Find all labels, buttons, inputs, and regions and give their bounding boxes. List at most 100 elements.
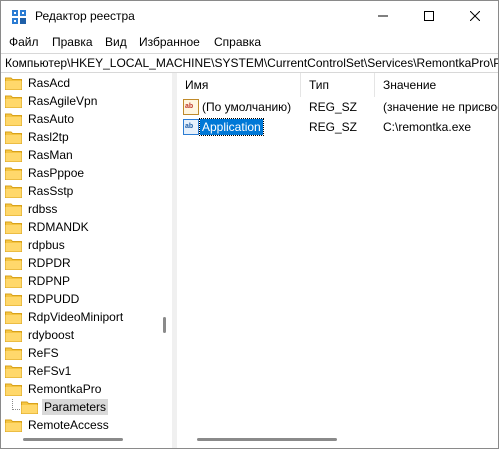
minimize-button[interactable] <box>360 1 406 31</box>
tree-item[interactable]: RasSstp <box>5 182 75 200</box>
value-type: REG_SZ <box>309 120 358 134</box>
column-header-value[interactable]: Значение <box>375 73 498 97</box>
value-row[interactable]: ab (По умолчанию) REG_SZ (значение не пр… <box>177 97 498 117</box>
tree-item-label: rdyboost <box>28 328 75 342</box>
tree-hscroll-thumb[interactable] <box>23 438 123 441</box>
tree-item-label: RasSstp <box>28 184 74 198</box>
tree-item-label: ReFS <box>28 346 59 360</box>
tree-item[interactable]: Parameters <box>21 398 109 416</box>
svg-text:ab: ab <box>185 103 193 110</box>
tree-item-label: rdbss <box>28 202 58 216</box>
list-hscroll-thumb[interactable] <box>197 438 337 441</box>
tree-item[interactable]: ReFS <box>5 344 61 362</box>
tree-item-label: RasAcd <box>28 76 71 90</box>
value-data: (значение не присвоено) <box>383 100 498 114</box>
address-path[interactable]: Компьютер\HKEY_LOCAL_MACHINE\SYSTEM\Curr… <box>5 56 498 70</box>
folder-icon <box>5 203 22 216</box>
tree-item[interactable]: RasAgileVpn <box>5 92 99 110</box>
address-bar[interactable]: Компьютер\HKEY_LOCAL_MACHINE\SYSTEM\Curr… <box>1 53 498 73</box>
folder-icon <box>5 167 22 180</box>
tree-item[interactable]: Rasl2tp <box>5 128 71 146</box>
menu-view[interactable]: Вид <box>105 35 127 49</box>
tree-item-label: RasAuto <box>28 112 75 126</box>
tree-item[interactable]: RasPppoe <box>5 164 86 182</box>
window-title: Редактор реестра <box>35 9 135 23</box>
tree-item[interactable]: RemontkaPro <box>5 380 103 398</box>
tree-item-label: RemoteAccess <box>28 418 109 432</box>
registry-editor-window: Редактор реестра Файл Правка Вид Избранн… <box>0 0 499 449</box>
close-button[interactable] <box>452 1 498 31</box>
menu-edit[interactable]: Правка <box>52 35 93 49</box>
tree-item-label: Rasl2tp <box>28 130 69 144</box>
folder-icon <box>5 383 22 396</box>
menu-help[interactable]: Справка <box>214 35 261 49</box>
string-value-icon: ab <box>183 119 199 135</box>
folder-icon <box>5 239 22 252</box>
title-bar: Редактор реестра <box>1 1 498 31</box>
value-name: Application <box>199 118 264 136</box>
folder-icon <box>5 221 22 234</box>
tree-item[interactable]: RDPNP <box>5 272 72 290</box>
column-header-name[interactable]: Имя <box>177 73 301 97</box>
value-type: REG_SZ <box>309 100 358 114</box>
menu-file[interactable]: Файл <box>9 35 39 49</box>
tree-item-label: rdpbus <box>28 238 65 252</box>
folder-icon <box>5 365 22 378</box>
tree-item-label: RDPNP <box>28 274 71 288</box>
tree-item-label: ReFSv1 <box>28 364 72 378</box>
column-header-type[interactable]: Тип <box>301 73 375 97</box>
tree-item[interactable]: rdyboost <box>5 326 76 344</box>
tree-item[interactable]: ReFSv1 <box>5 362 73 380</box>
tree-item-label: RDPUDD <box>28 292 80 306</box>
menu-bar: Файл Правка Вид Избранное Справка <box>1 31 498 53</box>
list-horizontal-scrollbar[interactable] <box>177 432 498 448</box>
folder-icon <box>5 185 22 198</box>
svg-text:ab: ab <box>185 123 193 130</box>
tree-item[interactable]: rdbss <box>5 200 59 218</box>
folder-icon <box>5 419 22 432</box>
folder-icon <box>5 347 22 360</box>
tree-item[interactable]: RDPUDD <box>5 290 81 308</box>
tree-item-label: RDPDR <box>28 256 71 270</box>
value-name: (По умолчанию) <box>202 100 292 114</box>
regedit-app-icon <box>12 10 26 24</box>
close-icon <box>470 11 480 21</box>
tree-item[interactable]: RasMan <box>5 146 75 164</box>
tree-item-label: RasPppoe <box>28 166 85 180</box>
maximize-button[interactable] <box>406 1 452 31</box>
maximize-icon <box>424 11 434 21</box>
tree-item-label: RasAgileVpn <box>28 94 98 108</box>
folder-icon <box>5 257 22 270</box>
registry-tree: RasAcd RasAgileVpn RasAuto Rasl2tp RasMan Ras… <box>1 73 172 448</box>
tree-item-label: Parameters <box>42 399 109 415</box>
folder-icon <box>5 77 22 90</box>
folder-icon <box>5 293 22 306</box>
values-list: Имя Тип Значение ab (По умолчанию) REG_S… <box>177 73 498 448</box>
value-row-selected[interactable]: ab Application REG_SZ C:\remontka.exe <box>177 117 498 137</box>
tree-item-label: RasMan <box>28 148 73 162</box>
tree-item[interactable]: RasAcd <box>5 74 72 92</box>
tree-item-label: RDMANDK <box>28 220 89 234</box>
tree-scroll-thumb[interactable] <box>163 317 166 333</box>
folder-icon <box>5 113 22 126</box>
folder-icon <box>5 131 22 144</box>
open-folder-icon <box>21 401 38 414</box>
folder-icon <box>5 95 22 108</box>
folder-icon <box>5 275 22 288</box>
tree-item[interactable]: rdpbus <box>5 236 67 254</box>
tree-item-label: RemontkaPro <box>28 382 102 396</box>
tree-item[interactable]: RDPDR <box>5 254 73 272</box>
tree-horizontal-scrollbar[interactable] <box>1 432 156 448</box>
tree-item[interactable]: RDMANDK <box>5 218 91 236</box>
value-data: C:\remontka.exe <box>383 120 472 134</box>
folder-icon <box>5 311 22 324</box>
tree-item-label: RdpVideoMiniport <box>28 310 124 324</box>
tree-item[interactable]: RasAuto <box>5 110 76 128</box>
tree-item[interactable]: RdpVideoMiniport <box>5 308 125 326</box>
menu-favorites[interactable]: Избранное <box>139 35 200 49</box>
minimize-icon <box>378 15 388 17</box>
folder-icon <box>5 149 22 162</box>
string-value-icon: ab <box>183 99 199 115</box>
tree-vertical-scrollbar[interactable] <box>156 73 172 448</box>
folder-icon <box>5 329 22 342</box>
